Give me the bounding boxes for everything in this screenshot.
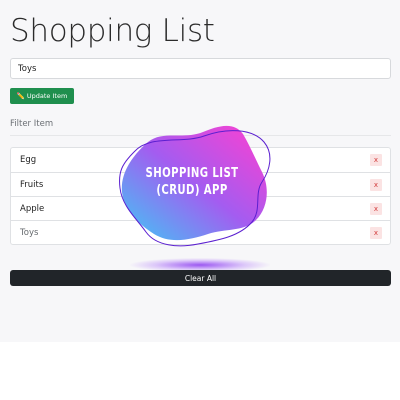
remove-item-button[interactable]: x: [370, 226, 382, 239]
remove-item-button[interactable]: x: [370, 154, 382, 166]
remove-item-button[interactable]: x: [370, 178, 382, 191]
item-name: Egg: [20, 155, 37, 165]
item-name: Fruits: [20, 179, 44, 190]
item-name: Apple: [20, 203, 45, 214]
filter-input[interactable]: Filter Item: [10, 119, 53, 129]
page-title: Shopping List: [10, 13, 215, 49]
remove-item-button[interactable]: x: [370, 202, 382, 215]
list-item: Toys x: [11, 220, 390, 244]
list-item: Egg x: [11, 148, 390, 172]
update-item-button[interactable]: ✏️ Update Item: [10, 88, 74, 104]
app-panel: Shopping List ✏️ Update Item Filter Item…: [0, 0, 400, 342]
list-item: Fruits x: [11, 172, 390, 196]
filter-divider: [10, 135, 391, 136]
item-name: Toys: [20, 227, 39, 238]
list-item: Apple x: [11, 196, 390, 220]
item-input[interactable]: [10, 58, 391, 79]
item-list: Egg x Fruits x Apple x Toys x: [10, 147, 391, 245]
clear-all-button[interactable]: Clear All: [10, 270, 391, 286]
